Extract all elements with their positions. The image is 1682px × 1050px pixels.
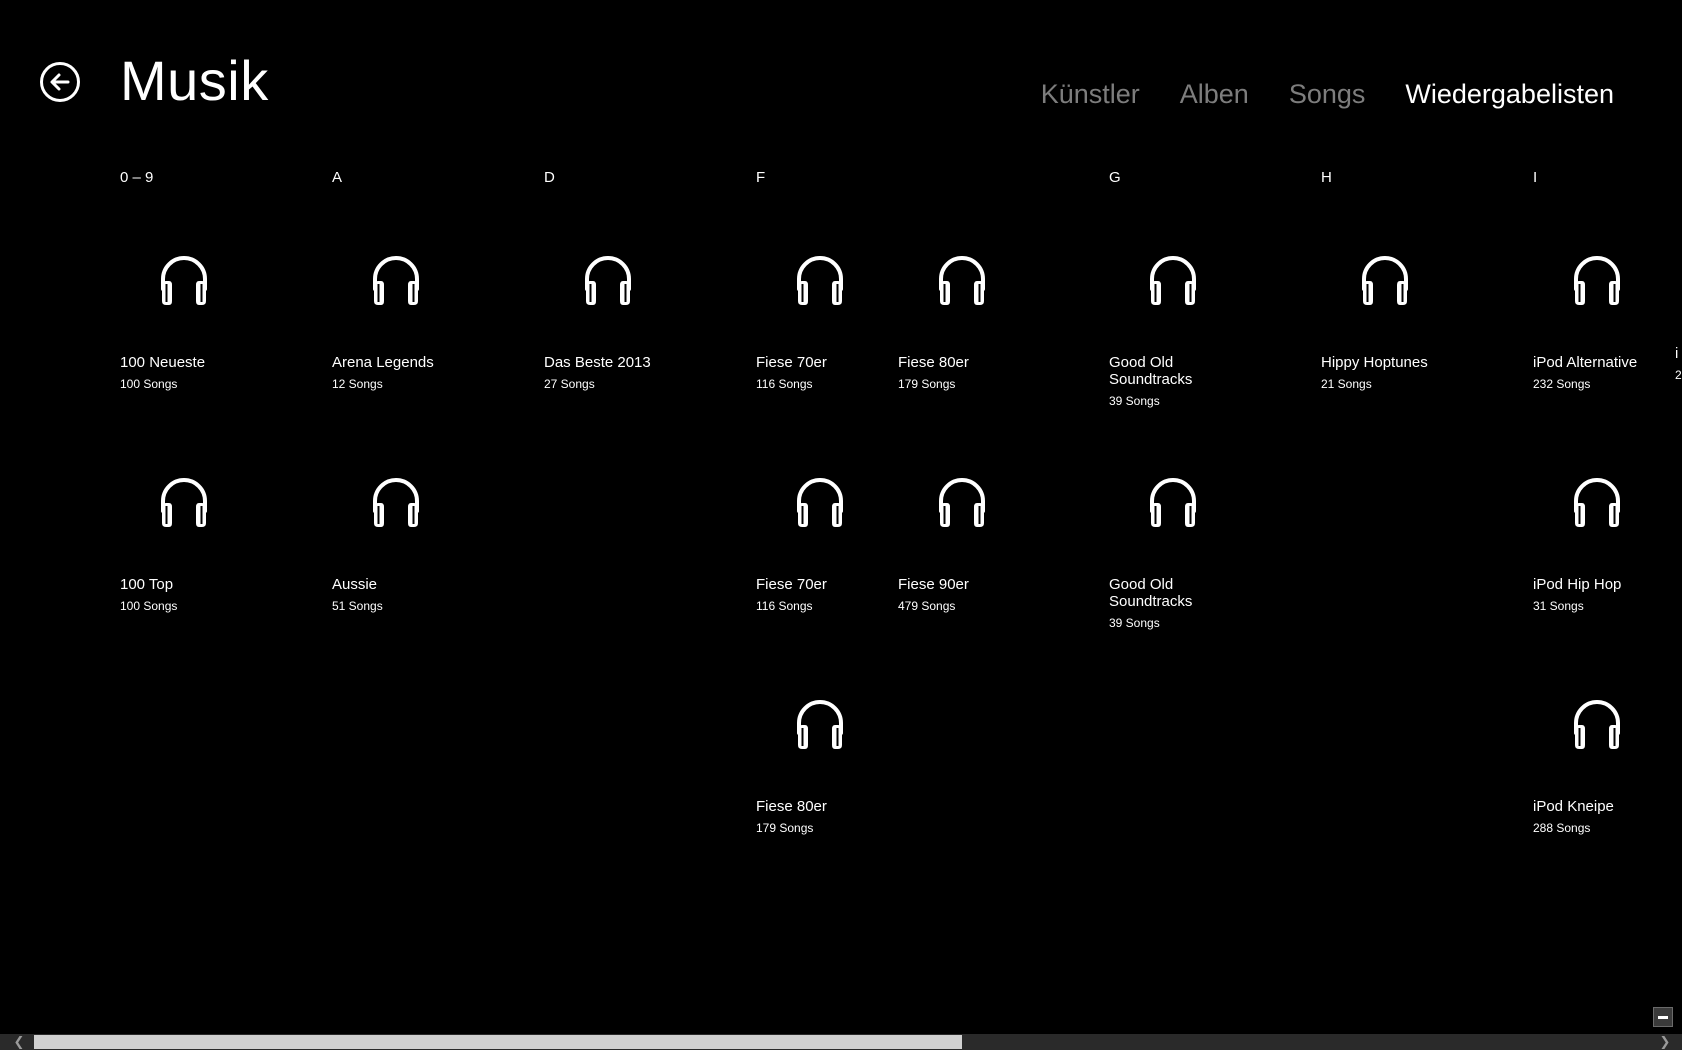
horizontal-scrollbar[interactable]: ❮ ❯ bbox=[0, 1034, 1682, 1050]
playlist-title: Das Beste 2013 27 Songs bbox=[544, 354, 679, 393]
tab-artists[interactable]: Künstler bbox=[1041, 76, 1140, 112]
song-count: 116 Songs bbox=[756, 377, 813, 391]
playlist-title: iPod Hip Hop 31 Songs bbox=[1533, 576, 1668, 615]
partial-count: 2 bbox=[1675, 368, 1682, 382]
playlist-title: 100 Neueste 100 Songs bbox=[120, 354, 255, 393]
playlist-tile[interactable]: 100 Neueste 100 Songs bbox=[120, 210, 260, 420]
headphones-icon bbox=[794, 472, 846, 530]
song-count: 51 Songs bbox=[332, 599, 383, 613]
song-count: 39 Songs bbox=[1109, 394, 1160, 408]
playlist-title: Good Old Soundtracks 39 Songs bbox=[1109, 354, 1199, 410]
playlist-tile[interactable]: iPod Kneipe 288 Songs bbox=[1533, 654, 1673, 864]
playlist-title: Arena Legends 12 Songs bbox=[332, 354, 467, 393]
playlist-title: Good Old Soundtracks 39 Songs bbox=[1109, 576, 1199, 632]
headphones-icon bbox=[1147, 472, 1199, 530]
playlist-tile[interactable]: Good Old Soundtracks 39 Songs bbox=[1109, 432, 1249, 642]
song-count: 21 Songs bbox=[1321, 377, 1372, 391]
headphones-icon bbox=[370, 472, 422, 530]
headphones-icon bbox=[1147, 250, 1199, 308]
partial-playlist-tile[interactable]: i2 bbox=[1675, 345, 1682, 384]
song-count: 100 Songs bbox=[120, 377, 178, 391]
scroll-left-icon[interactable]: ❮ bbox=[10, 1034, 28, 1050]
song-count: 31 Songs bbox=[1533, 599, 1584, 613]
playlist-title: Fiese 70er 116 Songs bbox=[756, 576, 891, 615]
playlist-tile[interactable]: iPod Alternative 232 Songs bbox=[1533, 210, 1673, 420]
playlist-tile[interactable]: iPod Hip Hop 31 Songs bbox=[1533, 432, 1673, 642]
playlist-tile[interactable]: Fiese 90er 479 Songs bbox=[898, 432, 1038, 642]
song-count: 288 Songs bbox=[1533, 821, 1591, 835]
headphones-icon bbox=[370, 250, 422, 308]
headphones-icon bbox=[936, 250, 988, 308]
playlist-title: iPod Alternative 232 Songs bbox=[1533, 354, 1668, 393]
minus-icon bbox=[1658, 1015, 1668, 1019]
playlist-title: iPod Kneipe 288 Songs bbox=[1533, 798, 1668, 837]
headphones-icon bbox=[1571, 694, 1623, 752]
playlist-tile[interactable]: Aussie 51 Songs bbox=[332, 432, 472, 642]
headphones-icon bbox=[1359, 250, 1411, 308]
playlist-title: Fiese 80er 179 Songs bbox=[898, 354, 1033, 393]
tab-songs[interactable]: Songs bbox=[1289, 76, 1366, 112]
headphones-icon bbox=[794, 694, 846, 752]
playlist-tile[interactable]: Fiese 80er 179 Songs bbox=[898, 210, 1038, 420]
playlist-tile[interactable]: Arena Legends 12 Songs bbox=[332, 210, 472, 420]
headphones-icon bbox=[1571, 472, 1623, 530]
group-header-d: D bbox=[544, 169, 555, 186]
song-count: 179 Songs bbox=[756, 821, 814, 835]
playlist-title: Fiese 90er 479 Songs bbox=[898, 576, 1033, 615]
scrollbar-thumb[interactable] bbox=[34, 1035, 962, 1049]
song-count: 116 Songs bbox=[756, 599, 813, 613]
page-title: Musik bbox=[120, 49, 269, 112]
group-header-g: G bbox=[1109, 169, 1121, 186]
song-count: 12 Songs bbox=[332, 377, 383, 391]
tab-playlists[interactable]: Wiedergabelisten bbox=[1405, 76, 1614, 112]
headphones-icon bbox=[582, 250, 634, 308]
group-header-0-9: 0 – 9 bbox=[120, 169, 154, 186]
headphones-icon bbox=[158, 250, 210, 308]
song-count: 232 Songs bbox=[1533, 377, 1591, 391]
headphones-icon bbox=[158, 472, 210, 530]
song-count: 479 Songs bbox=[898, 599, 956, 613]
playlist-title: Aussie 51 Songs bbox=[332, 576, 467, 615]
scroll-right-icon[interactable]: ❯ bbox=[1656, 1034, 1674, 1050]
playlist-title: Fiese 80er 179 Songs bbox=[756, 798, 891, 837]
view-tabs: Künstler Alben Songs Wiedergabelisten bbox=[1041, 76, 1614, 112]
back-arrow-icon bbox=[50, 73, 70, 91]
song-count: 179 Songs bbox=[898, 377, 956, 391]
group-header-i: I bbox=[1533, 169, 1538, 186]
playlist-title: Fiese 70er 116 Songs bbox=[756, 354, 891, 393]
group-header-a: A bbox=[332, 169, 343, 186]
playlist-tile[interactable]: Fiese 70er 116 Songs bbox=[756, 432, 896, 642]
playlist-title: 100 Top 100 Songs bbox=[120, 576, 255, 615]
partial-title: i bbox=[1675, 345, 1679, 362]
semantic-zoom-button[interactable] bbox=[1653, 1007, 1673, 1027]
tab-albums[interactable]: Alben bbox=[1180, 76, 1249, 112]
playlist-tile[interactable]: Das Beste 2013 27 Songs bbox=[544, 210, 684, 420]
song-count: 27 Songs bbox=[544, 377, 595, 391]
playlist-tile[interactable]: Fiese 70er 116 Songs bbox=[756, 210, 896, 420]
playlist-tile[interactable]: Fiese 80er 179 Songs bbox=[756, 654, 896, 864]
playlist-tile[interactable]: Hippy Hoptunes 21 Songs bbox=[1321, 210, 1461, 420]
back-button[interactable] bbox=[40, 62, 80, 102]
playlist-tile[interactable]: Good Old Soundtracks 39 Songs bbox=[1109, 210, 1249, 420]
group-header-f: F bbox=[756, 169, 766, 186]
playlist-tile[interactable]: 100 Top 100 Songs bbox=[120, 432, 260, 642]
song-count: 39 Songs bbox=[1109, 616, 1160, 630]
headphones-icon bbox=[794, 250, 846, 308]
playlist-title: Hippy Hoptunes 21 Songs bbox=[1321, 354, 1456, 393]
song-count: 100 Songs bbox=[120, 599, 178, 613]
group-header-h: H bbox=[1321, 169, 1332, 186]
headphones-icon bbox=[936, 472, 988, 530]
headphones-icon bbox=[1571, 250, 1623, 308]
